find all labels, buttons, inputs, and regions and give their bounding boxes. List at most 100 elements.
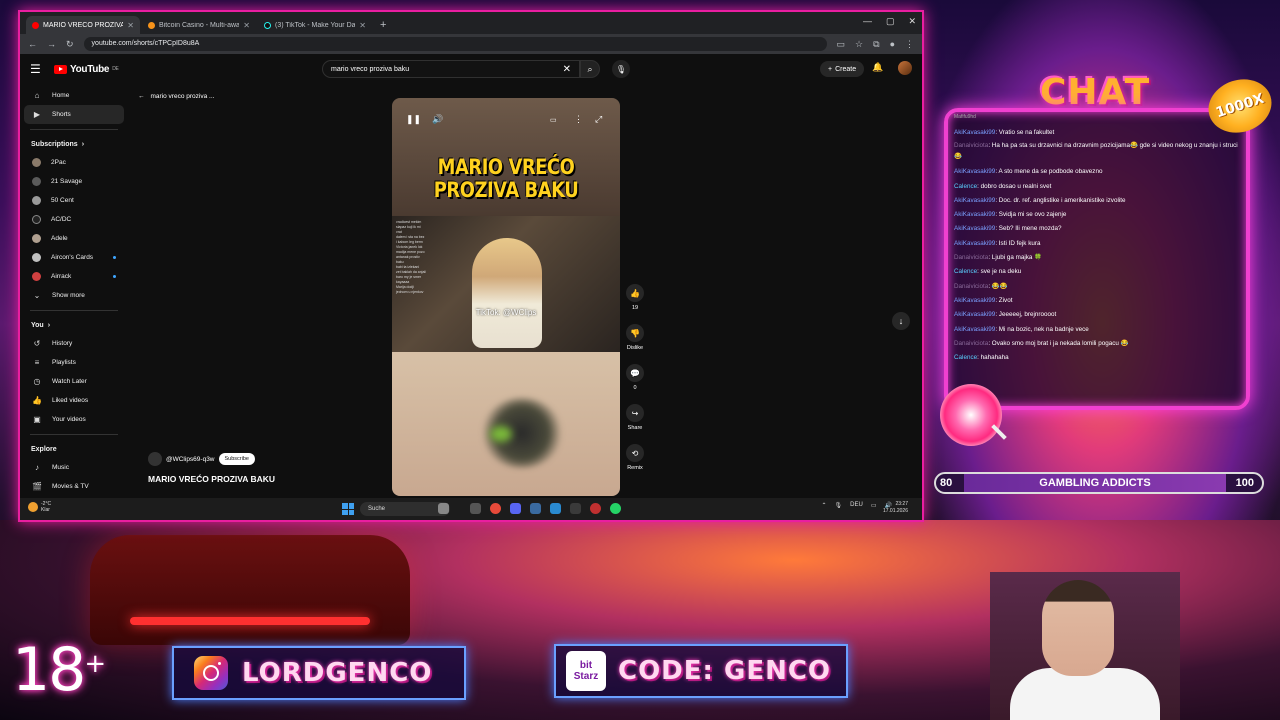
microphone-icon[interactable]: 🎙 — [835, 502, 843, 509]
more-options-icon[interactable]: ⋮ — [574, 114, 583, 125]
volume-icon[interactable]: 🔊 — [432, 114, 443, 125]
subscribe-button[interactable]: Subscribe — [218, 453, 255, 465]
promo-code-banner: bit Starz CODE: GENCO — [554, 644, 848, 698]
maximize-icon[interactable]: ▢ — [886, 16, 895, 27]
chat-username: Calence — [954, 354, 978, 362]
bookmark-star-icon[interactable]: ☆ — [855, 39, 863, 50]
account-avatar[interactable] — [898, 61, 912, 75]
app-icon[interactable] — [590, 503, 601, 514]
sidebar-item-label: 2Pac — [51, 159, 66, 166]
sidebar-item-show-more[interactable]: ⌄ Show more — [24, 286, 124, 305]
pause-icon[interactable]: ❚❚ — [406, 114, 421, 125]
like-button[interactable]: 👍 19 — [624, 284, 646, 311]
sidebar-item-movies[interactable]: 🎬 Movies & TV — [24, 477, 124, 496]
language-indicator[interactable]: DEU — [850, 502, 863, 509]
subscriptions-heading[interactable]: Subscriptions › — [24, 135, 124, 153]
close-tab-icon[interactable]: ✕ — [359, 21, 366, 30]
chat-text: : Ljubi ga majka 🍀 — [988, 254, 1043, 262]
breadcrumb[interactable]: ← mario vreco proziva ... — [138, 93, 214, 100]
captions-icon[interactable]: ▭ — [550, 116, 557, 124]
network-icon[interactable]: ▭ — [871, 502, 877, 509]
comments-button[interactable]: 💬 0 — [624, 364, 646, 391]
you-heading[interactable]: You › — [24, 316, 124, 334]
short-title: MARIO VREĆO PROZIVA BAKU — [148, 474, 276, 484]
sidebar-item-playlists[interactable]: ≡ Playlists — [24, 353, 124, 372]
sidebar-item-channel[interactable]: Airrack — [24, 267, 124, 286]
more-menu-icon[interactable]: ⋮ — [905, 39, 914, 50]
sidebar-item-channel[interactable]: 21 Savage — [24, 172, 124, 191]
task-view-icon[interactable] — [470, 503, 481, 514]
obs-icon[interactable] — [570, 503, 581, 514]
minimize-icon[interactable]: — — [863, 16, 872, 27]
clear-search-icon[interactable]: ✕ — [563, 64, 571, 75]
hamburger-menu-icon[interactable]: ☰ — [30, 62, 54, 76]
share-button[interactable]: ↪ Share — [624, 404, 646, 431]
profile-icon[interactable]: ● — [890, 39, 895, 49]
sidebar-item-channel[interactable]: AC/DC — [24, 210, 124, 229]
video-watermark: TikTok: @WClips — [475, 308, 537, 317]
overlay-title-line: MARIO VREĆO — [437, 155, 575, 179]
webcam-person — [1042, 580, 1114, 676]
notifications-bell-icon[interactable]: 🔔 — [872, 62, 883, 73]
remix-button[interactable]: ⟲ Remix — [624, 444, 646, 471]
music-icon: ♪ — [35, 463, 39, 472]
youtube-logo[interactable]: YouTube DE — [54, 64, 119, 75]
chat-text: : Vratio se na fakultet — [995, 129, 1055, 136]
chat-username: Danaiviciota — [954, 282, 989, 290]
channel-avatar[interactable] — [148, 452, 162, 466]
sidebar-item-your-videos[interactable]: ▣ Your videos — [24, 410, 124, 429]
sidebar-item-channel[interactable]: 2Pac — [24, 153, 124, 172]
tab-tiktok[interactable]: (3) TikTok - Make Your Day ✕ — [258, 16, 372, 34]
url-field[interactable]: youtube.com/shorts/cTPCpID8u8A — [83, 37, 827, 51]
taskbar-search[interactable]: Suche — [360, 502, 450, 516]
sidebar-item-label: Show more — [52, 292, 85, 299]
back-arrow-icon[interactable]: ← — [138, 93, 145, 100]
reload-icon[interactable]: ↻ — [66, 39, 74, 50]
next-short-button[interactable]: ↓ — [892, 312, 910, 330]
sidebar-item-label: Watch Later — [52, 378, 87, 385]
chat-text: : Ovako smo moj brat i ja nekada lomili … — [988, 339, 1129, 347]
sidebar-item-music[interactable]: ♪ Music — [24, 458, 124, 477]
extensions-icon[interactable]: ⧉ — [873, 39, 879, 50]
app-icon[interactable] — [530, 503, 541, 514]
whatsapp-icon[interactable] — [610, 503, 621, 514]
close-window-icon[interactable]: ✕ — [908, 16, 916, 27]
chrome-icon[interactable] — [490, 503, 501, 514]
instagram-icon — [194, 656, 228, 690]
sidebar-item-shorts[interactable]: ▶ Shorts — [24, 105, 124, 124]
shorts-video-player[interactable]: ❚❚ 🔊 ▭ ⋮ ⤢ MARIO VREĆO PROZIVA BAKU vrad… — [392, 98, 620, 496]
cast-icon[interactable]: ▭ — [837, 39, 846, 50]
close-tab-icon[interactable]: ✕ — [243, 21, 250, 30]
sidebar-item-watch-later[interactable]: ◷ Watch Later — [24, 372, 124, 391]
sidebar-item-home[interactable]: ⌂ Home — [24, 86, 124, 105]
search-highlight-icon[interactable] — [438, 503, 449, 514]
chat-username: Calence — [954, 268, 978, 276]
create-label: Create — [835, 65, 857, 73]
search-button[interactable]: ⌕ — [580, 60, 600, 78]
weather-text: -2°C Klar — [41, 501, 51, 513]
start-button[interactable] — [342, 503, 354, 515]
sidebar-item-channel[interactable]: Aircon's Cards — [24, 248, 124, 267]
search-input[interactable]: mario vreco proziva baku ✕ — [322, 60, 580, 78]
sidebar-item-history[interactable]: ↺ History — [24, 334, 124, 353]
voice-search-button[interactable]: 🎙 — [612, 60, 630, 78]
tab-bitcoin-casino[interactable]: Bitcoin Casino - Multi-award W... ✕ — [142, 16, 256, 34]
comment-icon: 💬 — [626, 364, 644, 382]
dislike-button[interactable]: 👎 Dislike — [624, 324, 646, 351]
create-button[interactable]: + Create — [820, 61, 865, 77]
new-tab-button[interactable]: + — [374, 16, 392, 34]
fullscreen-icon[interactable]: ⤢ — [595, 114, 602, 125]
back-icon[interactable]: ← — [28, 39, 37, 49]
weather-widget[interactable]: -2°C Klar — [28, 501, 51, 513]
sidebar-item-liked-videos[interactable]: 👍 Liked videos — [24, 391, 124, 410]
forward-icon[interactable]: → — [47, 39, 56, 49]
clock[interactable]: 23:27 17.01.2026 — [883, 501, 908, 515]
edge-icon[interactable] — [550, 503, 561, 514]
sidebar-item-channel[interactable]: Adele — [24, 229, 124, 248]
tab-youtube-short[interactable]: MARIO VREĆO PROZIVA B... ✕ — [26, 16, 140, 34]
chevron-up-icon[interactable]: ⌃ — [822, 502, 827, 509]
sidebar-item-channel[interactable]: 50 Cent — [24, 191, 124, 210]
discord-icon[interactable] — [510, 503, 521, 514]
channel-handle[interactable]: @WClips69-q3w — [166, 456, 215, 463]
close-tab-icon[interactable]: ✕ — [127, 21, 134, 30]
